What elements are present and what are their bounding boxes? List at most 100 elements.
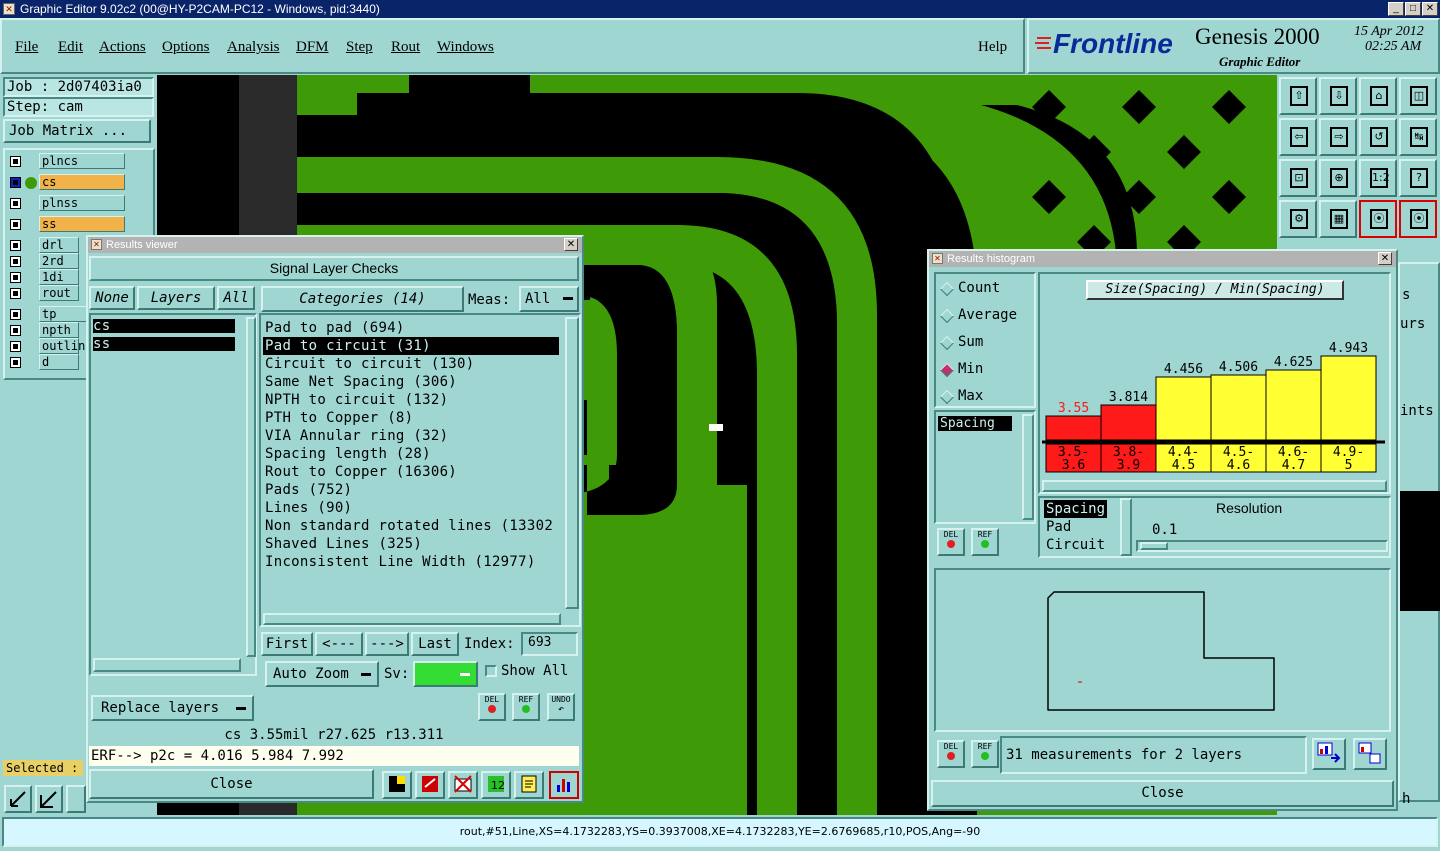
layer-checkbox[interactable] bbox=[10, 341, 21, 352]
auto-zoom-dropdown[interactable]: Auto Zoom bbox=[265, 661, 379, 687]
layer-checkbox[interactable] bbox=[10, 198, 21, 209]
sort-icon[interactable]: 12 bbox=[481, 771, 511, 799]
menu-rout[interactable]: Rout bbox=[391, 39, 420, 56]
layer-row-plnss[interactable]: plnss bbox=[6, 195, 126, 213]
layout-chart-icon[interactable] bbox=[1353, 738, 1387, 770]
layer-checkbox[interactable] bbox=[10, 219, 21, 230]
category-item[interactable]: Rout to Copper (16306) bbox=[263, 463, 559, 481]
menu-analysis[interactable]: Analysis bbox=[227, 39, 280, 56]
ref-button[interactable]: REF bbox=[512, 693, 540, 721]
histogram-close-icon[interactable]: ✕ bbox=[1378, 252, 1392, 265]
histogram-del-button[interactable]: DEL bbox=[937, 528, 965, 556]
categories-button[interactable]: Categories (14) bbox=[261, 286, 464, 312]
mirror-icon[interactable]: ↹ bbox=[1399, 118, 1437, 156]
layer-list-scrollbar[interactable] bbox=[246, 317, 256, 657]
all-button[interactable]: All bbox=[217, 286, 255, 310]
mode-radio-max[interactable] bbox=[939, 389, 955, 405]
clear-results-icon[interactable] bbox=[448, 771, 478, 799]
layer-row-cs[interactable]: cs bbox=[6, 174, 126, 192]
menu-help[interactable]: Help bbox=[978, 39, 1007, 56]
measure-tool-icon[interactable] bbox=[35, 785, 63, 813]
rotate-icon[interactable]: ↺ bbox=[1359, 118, 1397, 156]
snap-tool-icon[interactable] bbox=[66, 785, 86, 813]
category-item[interactable]: PTH to Copper (8) bbox=[263, 409, 559, 427]
category-item[interactable]: Lines (90) bbox=[263, 499, 559, 517]
scale-icon[interactable]: 1:2 bbox=[1359, 159, 1397, 197]
job-matrix-button[interactable]: Job Matrix ... bbox=[3, 119, 151, 143]
category-item[interactable]: NPTH to circuit (132) bbox=[263, 391, 559, 409]
layer-checkbox[interactable] bbox=[10, 309, 21, 320]
chart-hscrollbar[interactable] bbox=[1042, 480, 1387, 492]
mode-radio-average[interactable] bbox=[939, 308, 955, 324]
category-item[interactable]: Shaved Lines (325) bbox=[263, 535, 559, 553]
layer-checkbox[interactable] bbox=[10, 325, 21, 336]
histogram-ref-button[interactable]: REF bbox=[971, 528, 999, 556]
center-icon[interactable]: ⊕ bbox=[1319, 159, 1357, 197]
category-list-scrollbar[interactable] bbox=[565, 317, 579, 609]
layer-name[interactable]: drl bbox=[39, 237, 79, 253]
undo-button[interactable]: UNDO ↶ bbox=[547, 693, 575, 721]
prev-button[interactable]: <--- bbox=[315, 632, 363, 656]
mode-label-count[interactable]: Count bbox=[958, 280, 1000, 296]
menu-options[interactable]: Options bbox=[162, 39, 210, 56]
menu-actions[interactable]: Actions bbox=[99, 39, 146, 56]
measure-item-circuit[interactable]: Circuit bbox=[1044, 536, 1107, 554]
replace-layers-dropdown[interactable]: Replace layers bbox=[91, 695, 254, 721]
histogram-close-button[interactable]: Close bbox=[931, 780, 1394, 807]
layer-checkbox[interactable] bbox=[10, 357, 21, 368]
category-item[interactable]: Pads (752) bbox=[263, 481, 559, 499]
layer-name[interactable]: rout bbox=[39, 285, 79, 301]
category-list-hscrollbar[interactable] bbox=[263, 613, 561, 625]
layer-result-ss[interactable]: ss bbox=[93, 337, 235, 351]
measure-list-scrollbar[interactable] bbox=[1120, 498, 1132, 556]
category-list[interactable]: Pad to pad (694) Pad to circuit (31) Circu… bbox=[259, 313, 581, 627]
category-item[interactable]: Spacing length (28) bbox=[263, 445, 559, 463]
mode-radio-count[interactable] bbox=[939, 281, 955, 297]
layer-checkbox[interactable] bbox=[10, 272, 21, 283]
measure-item-spacing[interactable]: Spacing bbox=[1044, 500, 1108, 518]
none-button[interactable]: None bbox=[89, 286, 135, 310]
layer-name[interactable]: d bbox=[39, 354, 79, 370]
results-viewer-close-icon[interactable]: ✕ bbox=[564, 238, 578, 251]
layer-toggle-icon[interactable] bbox=[382, 771, 412, 799]
layer-result-cs[interactable]: cs bbox=[93, 319, 235, 333]
category-item[interactable]: Pad to pad (694) bbox=[263, 319, 559, 337]
layer-name[interactable]: npth bbox=[39, 322, 79, 338]
measure-type-list[interactable]: Spacing Pad Circuit bbox=[1044, 500, 1108, 554]
menu-file[interactable]: File bbox=[15, 39, 38, 56]
mode-label-min[interactable]: Min bbox=[958, 361, 983, 377]
home-icon[interactable]: ⌂ bbox=[1359, 77, 1397, 115]
move-up-icon[interactable]: ⇧ bbox=[1279, 77, 1317, 115]
mode-label-average[interactable]: Average bbox=[958, 307, 1017, 323]
mode-radio-min[interactable] bbox=[939, 362, 955, 378]
layer-checkbox[interactable] bbox=[10, 288, 21, 299]
tools-icon[interactable]: ⚙ bbox=[1279, 200, 1317, 238]
layer-name[interactable]: plncs bbox=[39, 153, 125, 169]
histogram-icon[interactable] bbox=[549, 771, 579, 799]
category-item[interactable]: Non standard rotated lines (13302 bbox=[263, 517, 559, 535]
layer-name[interactable]: ss bbox=[39, 216, 125, 232]
layer-row-plncs[interactable]: plncs bbox=[6, 153, 126, 171]
layer-checkbox[interactable] bbox=[10, 156, 21, 167]
layer-name[interactable]: 1di bbox=[39, 269, 79, 285]
del-button[interactable]: DEL bbox=[478, 693, 506, 721]
layer-row-ss[interactable]: ss bbox=[6, 216, 126, 234]
results-viewer-close-button[interactable]: Close bbox=[89, 769, 374, 799]
window-icon[interactable]: ◫ bbox=[1399, 77, 1437, 115]
layer-name[interactable]: plnss bbox=[39, 195, 125, 211]
menu-windows[interactable]: Windows bbox=[437, 39, 494, 56]
minimize-button[interactable]: _ bbox=[1388, 2, 1404, 16]
mode-label-max[interactable]: Max bbox=[958, 388, 983, 404]
show-all-checkbox[interactable] bbox=[485, 665, 497, 677]
index-input[interactable]: 693 bbox=[521, 632, 578, 656]
next-button[interactable]: ---> bbox=[365, 632, 409, 656]
layer-name[interactable]: 2rd bbox=[39, 253, 79, 269]
report-icon[interactable] bbox=[514, 771, 544, 799]
resolution-slider-thumb[interactable] bbox=[1140, 542, 1168, 550]
sv-color-dropdown[interactable] bbox=[413, 661, 478, 687]
snap-icon[interactable]: ⦿ bbox=[1399, 200, 1437, 238]
category-item[interactable]: Circuit to circuit (130) bbox=[263, 355, 559, 373]
layer-name[interactable]: outlin bbox=[39, 338, 85, 354]
layer-checkbox[interactable] bbox=[10, 240, 21, 251]
mode-radio-sum[interactable] bbox=[939, 335, 955, 351]
